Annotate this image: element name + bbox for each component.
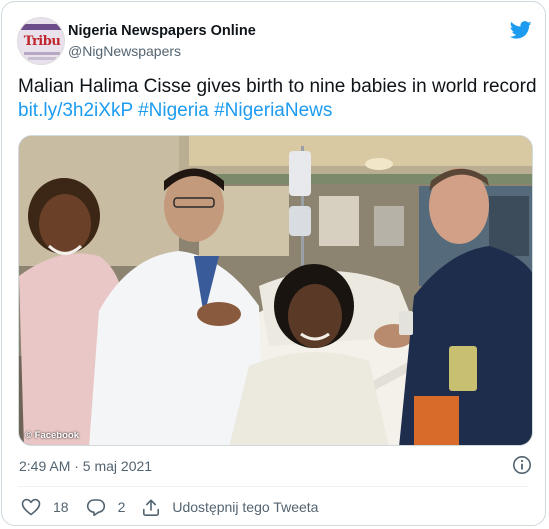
avatar[interactable]: Tribu <box>17 17 65 65</box>
avatar-stripe <box>24 52 60 55</box>
share-label: Udostępnij tego Tweeta <box>172 499 319 515</box>
like-button[interactable]: 18 <box>21 498 69 516</box>
share-button[interactable]: Udostępnij tego Tweeta <box>142 498 318 517</box>
action-bar: 18 2 Udostępnij tego Tweeta <box>21 496 335 518</box>
handle[interactable]: @NigNewspapers <box>68 43 181 59</box>
reply-count: 2 <box>117 499 126 515</box>
tweet-text: Malian Halima Cisse gives birth to nine … <box>18 75 538 123</box>
avatar-text: Tribu <box>23 34 61 49</box>
reply-button[interactable]: 2 <box>86 498 126 517</box>
tweet-photo[interactable]: © Facebook <box>18 135 533 446</box>
short-link[interactable]: bit.ly/3h2iXkP <box>18 100 133 121</box>
timestamp[interactable]: 2:49 AM · 5 maj 2021 <box>19 458 152 474</box>
hashtag-nigerianews[interactable]: #NigeriaNews <box>214 100 332 121</box>
avatar-stripe <box>28 57 56 60</box>
twitter-bird-icon[interactable] <box>509 19 533 41</box>
info-icon[interactable] <box>512 455 532 475</box>
display-name[interactable]: Nigeria Newspapers Online <box>68 23 256 39</box>
tweet-card[interactable]: Tribu Nigeria Newspapers Online @NigNews… <box>1 1 546 526</box>
reply-icon <box>86 498 105 516</box>
like-count: 18 <box>53 499 69 515</box>
share-icon <box>143 499 160 516</box>
heart-icon <box>21 498 41 516</box>
divider <box>18 486 529 487</box>
photo-credit: © Facebook <box>25 430 79 441</box>
avatar-stripe <box>18 24 64 30</box>
tweet-body: Malian Halima Cisse gives birth to nine … <box>18 76 537 97</box>
hashtag-nigeria[interactable]: #Nigeria <box>138 100 209 121</box>
hospital-photo <box>19 136 532 445</box>
